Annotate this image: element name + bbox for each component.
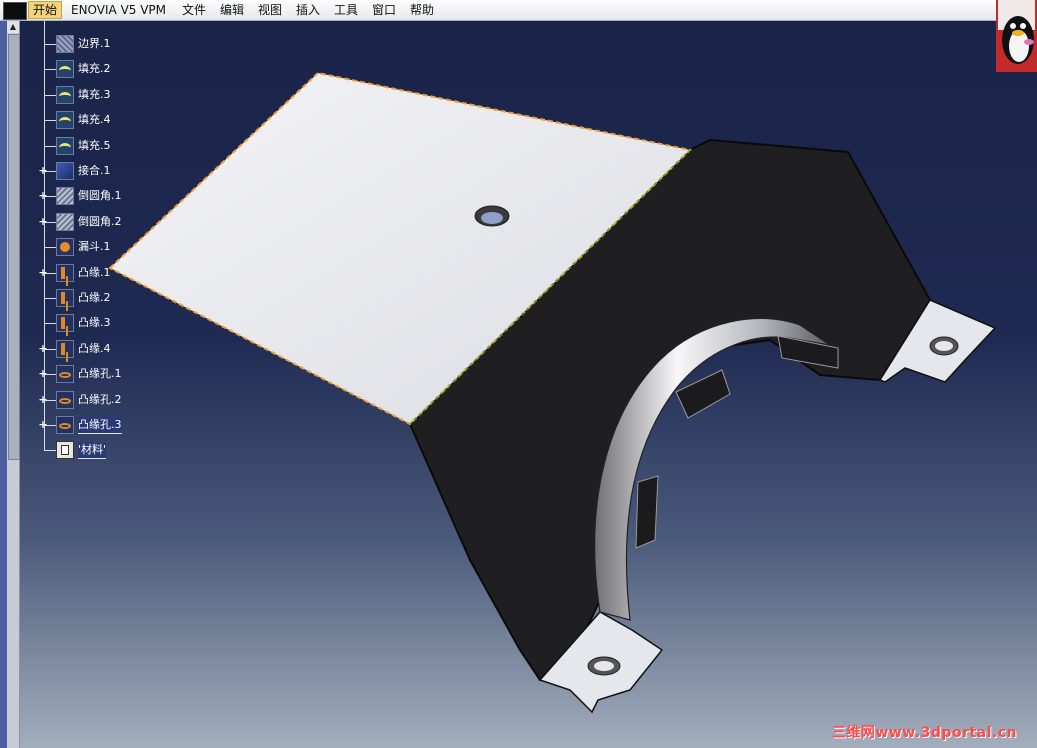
tree-node-label[interactable]: 凸缘孔.2 [78, 392, 122, 408]
tree-node[interactable]: + 接合.1 [0, 160, 140, 182]
tree-node-label[interactable]: 填充.3 [78, 87, 111, 103]
emboss-hole-icon [56, 365, 74, 384]
tree-node[interactable]: + 凸缘孔.1 [0, 363, 140, 385]
expand-plus-icon[interactable]: + [38, 419, 48, 430]
expand-plus-icon[interactable]: + [38, 216, 48, 227]
expand-plus-icon[interactable]: + [38, 190, 48, 201]
tree-node[interactable]: + 凸缘孔.2 [0, 389, 140, 411]
tree-branch-line [44, 247, 56, 249]
tree-branch-line [44, 145, 56, 147]
tree-branch-line [44, 323, 56, 325]
tree-node[interactable]: 填充.4 [0, 109, 140, 131]
emboss-icon [56, 339, 74, 358]
tree-node-label[interactable]: 凸缘.1 [78, 265, 111, 281]
tree-node[interactable]: 填充.2 [0, 58, 140, 80]
tree-branch-line [44, 120, 56, 122]
tree-node-label[interactable]: 填充.4 [78, 112, 111, 128]
penguin-mascot-icon [996, 0, 1037, 72]
tree-node-label[interactable]: 边界.1 [78, 36, 111, 52]
watermark-text: 三维网www.3dportal.cn [831, 725, 1017, 741]
emboss-hole-icon [56, 390, 74, 409]
fill-icon [56, 60, 74, 79]
tree-node[interactable]: 漏斗.1 [0, 236, 140, 258]
expand-plus-icon[interactable]: + [38, 165, 48, 176]
tree-node[interactable]: 填充.5 [0, 135, 140, 157]
tree-node-label[interactable]: 凸缘孔.1 [78, 366, 122, 382]
tree-node[interactable]: 凸缘.3 [0, 312, 140, 334]
tree-node-label[interactable]: 倒圆角.1 [78, 188, 122, 204]
fillet-icon [56, 187, 74, 206]
tree-branch-line [44, 298, 56, 299]
tree-node[interactable]: + 倒圆角.2 [0, 211, 140, 233]
tree-node[interactable]: 边界.1 [0, 33, 140, 55]
funnel-icon [56, 238, 74, 257]
emboss-icon [56, 263, 74, 282]
tree-node[interactable]: + 凸缘孔.3 [0, 414, 140, 436]
tree-branch-line [44, 450, 56, 452]
tree-node[interactable]: + 倒圆角.1 [0, 185, 140, 207]
emboss-icon [56, 289, 74, 307]
tree-node-label[interactable]: 接合.1 [78, 163, 111, 179]
fillet-icon [56, 212, 74, 231]
tree-node[interactable]: + 凸缘.4 [0, 338, 140, 360]
tree-node-label[interactable]: 漏斗.1 [78, 239, 111, 255]
emboss-icon [56, 314, 74, 333]
expand-plus-icon[interactable]: + [38, 267, 48, 278]
material-icon [56, 441, 74, 460]
tree-node[interactable]: '材料' [0, 439, 140, 461]
expand-plus-icon[interactable]: + [38, 368, 48, 379]
tree-node-label[interactable]: '材料' [78, 442, 107, 460]
expand-plus-icon[interactable]: + [38, 394, 48, 405]
tree-node[interactable]: + 凸缘.1 [0, 262, 140, 284]
join-icon [56, 162, 74, 180]
tree-node-label[interactable]: 凸缘.3 [78, 315, 111, 331]
tree-node[interactable]: 凸缘.2 [0, 287, 140, 309]
tree-branch-line [44, 69, 56, 71]
collar-tab-1 [635, 475, 659, 549]
fill-icon [56, 111, 74, 130]
emboss-hole-icon [56, 416, 74, 434]
tree-node[interactable]: 填充.3 [0, 84, 140, 106]
tree-node-label[interactable]: 凸缘.4 [78, 341, 111, 357]
expand-plus-icon[interactable]: + [38, 343, 48, 354]
tree-node-label[interactable]: 倒圆角.2 [78, 214, 122, 230]
boundary-icon [56, 35, 74, 53]
tree-node-label[interactable]: 凸缘.2 [78, 290, 111, 306]
tree-node-label[interactable]: 填充.2 [78, 61, 111, 77]
tree-branch-line [44, 94, 56, 96]
fill-icon [56, 136, 74, 155]
tree-node-label[interactable]: 填充.5 [78, 138, 111, 154]
tree-node-label[interactable]: 凸缘孔.3 [78, 417, 122, 434]
fill-icon [56, 85, 74, 104]
specification-tree: 边界.1 填充.2 填充.3 填充.4 填充.5 + 接合.1 + 倒圆角.1 + 倒圆角.2 漏斗.… [0, 21, 140, 461]
tree-branch-line [44, 44, 56, 45]
3d-viewport[interactable] [0, 0, 1037, 748]
